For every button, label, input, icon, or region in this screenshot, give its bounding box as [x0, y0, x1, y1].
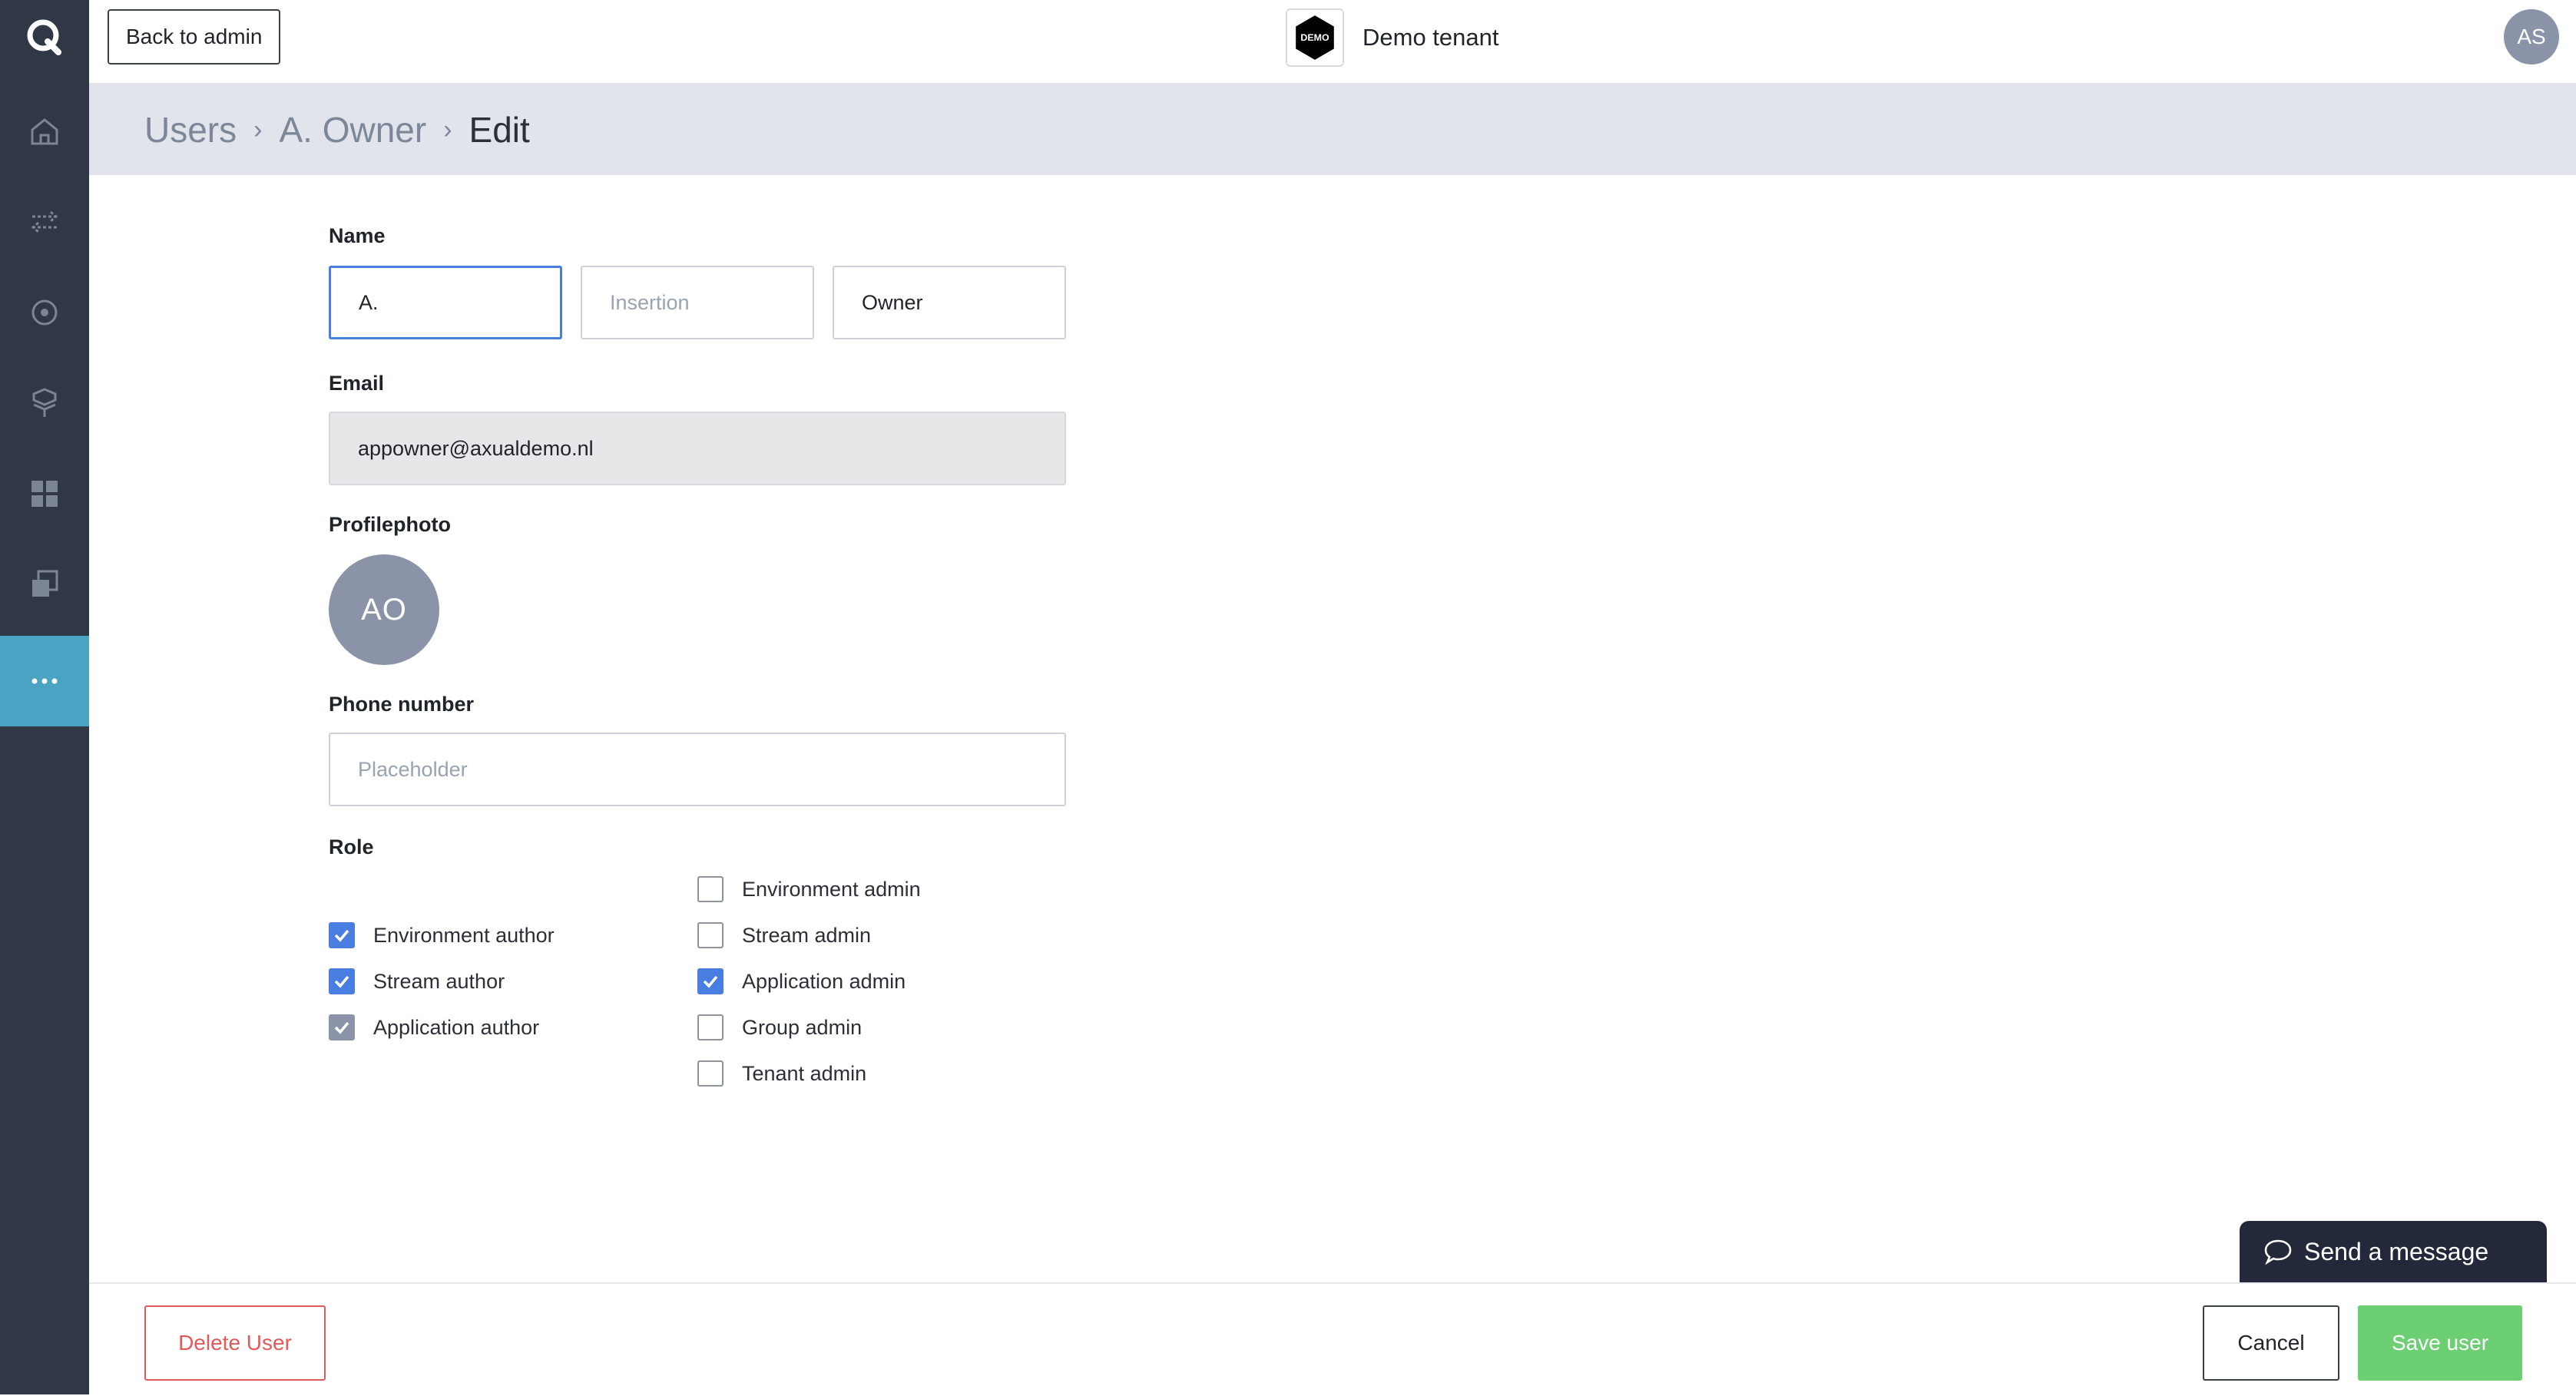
checkbox-checked[interactable]: [329, 968, 355, 994]
streams-icon: [31, 210, 58, 233]
form-footer: Delete User Cancel Save user: [89, 1282, 2576, 1396]
checkbox-checked-disabled[interactable]: [329, 1014, 355, 1040]
sidebar: [0, 0, 89, 1394]
breadcrumb-user[interactable]: A. Owner: [279, 109, 426, 151]
role-label: Role: [329, 835, 374, 858]
tenant-logo-text: DEMO: [1300, 32, 1329, 43]
sidebar-item-streams[interactable]: [0, 177, 89, 267]
role-application-author[interactable]: Application author: [329, 1012, 539, 1043]
tenant-switcher[interactable]: DEMO Demo tenant: [1286, 8, 1499, 68]
checkbox-unchecked[interactable]: [697, 1014, 723, 1040]
copy-icon: [32, 570, 58, 597]
checkbox-unchecked[interactable]: [697, 922, 723, 948]
sidebar-item-dashboard[interactable]: [0, 448, 89, 539]
first-name-input[interactable]: [329, 266, 562, 339]
sidebar-item-home[interactable]: [0, 86, 89, 177]
tenant-logo: DEMO: [1286, 8, 1344, 67]
last-name-input[interactable]: [833, 266, 1066, 339]
app-logo[interactable]: [0, 0, 89, 74]
demo-badge-icon: DEMO: [1296, 15, 1334, 60]
send-message-widget[interactable]: Send a message: [2240, 1221, 2547, 1282]
insertion-input[interactable]: [581, 266, 814, 339]
role-stream-author[interactable]: Stream author: [329, 966, 505, 997]
back-to-admin-button[interactable]: Back to admin: [108, 9, 281, 65]
role-application-admin[interactable]: Application admin: [697, 966, 906, 997]
chevron-right-icon: ›: [443, 114, 452, 144]
check-icon: [703, 975, 718, 988]
cancel-button[interactable]: Cancel: [2203, 1305, 2339, 1381]
sidebar-item-more[interactable]: [0, 636, 89, 726]
breadcrumb-users[interactable]: Users: [144, 109, 237, 151]
phone-label: Phone number: [329, 693, 475, 716]
more-icon: [31, 678, 58, 684]
check-icon: [334, 975, 349, 988]
home-icon: [31, 118, 58, 145]
dashboard-icon: [31, 481, 58, 507]
checkbox-checked[interactable]: [697, 968, 723, 994]
chat-bubble-icon: [2264, 1239, 2292, 1265]
save-user-button[interactable]: Save user: [2358, 1305, 2522, 1381]
role-environment-admin[interactable]: Environment admin: [697, 874, 921, 905]
services-icon: [32, 388, 57, 417]
top-bar: Back to admin DEMO Demo tenant AS: [89, 0, 2576, 84]
role-group-admin[interactable]: Group admin: [697, 1012, 862, 1043]
role-label-text: Application admin: [742, 969, 906, 993]
environment-icon: [31, 299, 58, 326]
email-field: [329, 412, 1066, 485]
profile-photo-label: Profilephoto: [329, 513, 451, 536]
sidebar-item-services[interactable]: [0, 358, 89, 448]
checkbox-unchecked[interactable]: [697, 1060, 723, 1087]
role-label-text: Stream admin: [742, 923, 872, 947]
logo-icon: [27, 19, 61, 55]
role-tenant-admin[interactable]: Tenant admin: [697, 1058, 866, 1089]
send-message-label: Send a message: [2304, 1237, 2489, 1265]
role-environment-author[interactable]: Environment author: [329, 920, 555, 951]
check-icon: [334, 1021, 349, 1034]
phone-input[interactable]: [329, 733, 1066, 806]
checkbox-unchecked[interactable]: [697, 876, 723, 902]
delete-user-button[interactable]: Delete User: [144, 1305, 326, 1381]
name-label: Name: [329, 224, 386, 247]
checkbox-checked[interactable]: [329, 922, 355, 948]
chevron-right-icon: ›: [253, 114, 263, 144]
sidebar-item-copy[interactable]: [0, 539, 89, 630]
check-icon: [334, 929, 349, 942]
role-label-text: Tenant admin: [742, 1061, 867, 1085]
breadcrumb-edit: Edit: [469, 110, 530, 150]
role-label-text: Environment admin: [742, 877, 921, 901]
role-label-text: Group admin: [742, 1015, 863, 1039]
user-avatar[interactable]: AS: [2504, 9, 2559, 65]
profile-photo-avatar[interactable]: AO: [329, 554, 439, 665]
role-stream-admin[interactable]: Stream admin: [697, 920, 871, 951]
tenant-name: Demo tenant: [1362, 24, 1499, 51]
email-label: Email: [329, 372, 385, 395]
role-label-text: Environment author: [373, 923, 555, 947]
breadcrumb: Users › A. Owner › Edit: [89, 84, 2576, 175]
role-label-text: Application author: [373, 1015, 540, 1039]
role-label-text: Stream author: [373, 969, 505, 993]
sidebar-item-environments[interactable]: [0, 267, 89, 358]
